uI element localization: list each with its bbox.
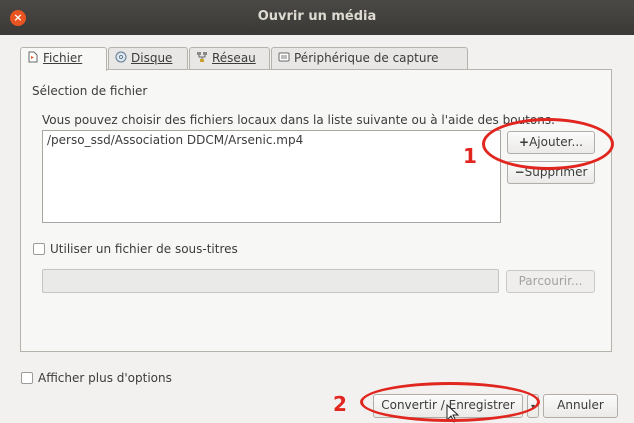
add-file-label: Ajouter... (529, 135, 583, 149)
subtitles-path-field[interactable] (42, 269, 499, 293)
tab-peripherique-capture[interactable]: Périphérique de capture (271, 47, 468, 69)
annotation-number-2: 2 (333, 392, 347, 416)
cancel-button[interactable]: Annuler (543, 394, 618, 418)
more-options-checkbox[interactable] (21, 372, 33, 384)
title-bar: × Ouvrir un média (0, 0, 634, 35)
subtitles-label: Utiliser un fichier de sous-titres (50, 242, 238, 256)
convert-dropdown-button[interactable]: ▾ (527, 394, 539, 418)
remove-file-button[interactable]: −Supprimer (507, 161, 595, 184)
file-icon (28, 51, 38, 63)
subtitles-checkbox[interactable] (33, 243, 45, 255)
file-selection-heading: Sélection de fichier (32, 84, 148, 98)
chevron-down-icon: ▾ (530, 402, 535, 411)
tab-fichier[interactable]: Fichier (20, 47, 107, 71)
browse-button[interactable]: Parcourir... (506, 270, 595, 293)
remove-file-label: Supprimer (524, 165, 588, 179)
tab-reseau-label: Réseau (212, 51, 256, 65)
tab-reseau[interactable]: Réseau (189, 47, 270, 69)
file-list[interactable]: /perso_ssd/Association DDCM/Arsenic.mp4 (42, 130, 501, 223)
file-selection-description: Vous pouvez choisir des fichiers locaux … (42, 113, 555, 127)
network-icon (197, 52, 207, 62)
open-media-dialog: × Ouvrir un média Fichier Disque Réseau … (0, 0, 634, 423)
tab-fichier-label: Fichier (43, 51, 83, 65)
annotation-number-1: 1 (463, 144, 477, 168)
add-file-button[interactable]: +Ajouter... (507, 131, 595, 154)
tab-disque[interactable]: Disque (108, 47, 188, 69)
window-title: Ouvrir un média (257, 9, 377, 24)
minus-icon: − (514, 165, 525, 179)
tab-disque-label: Disque (131, 51, 173, 65)
mouse-cursor-icon (446, 404, 460, 423)
file-list-item[interactable]: /perso_ssd/Association DDCM/Arsenic.mp4 (47, 133, 303, 147)
disc-icon (115, 51, 127, 63)
plus-icon: + (519, 135, 530, 149)
more-options-label: Afficher plus d'options (38, 371, 172, 385)
tab-capture-label: Périphérique de capture (294, 51, 439, 65)
capture-device-icon (278, 52, 290, 62)
